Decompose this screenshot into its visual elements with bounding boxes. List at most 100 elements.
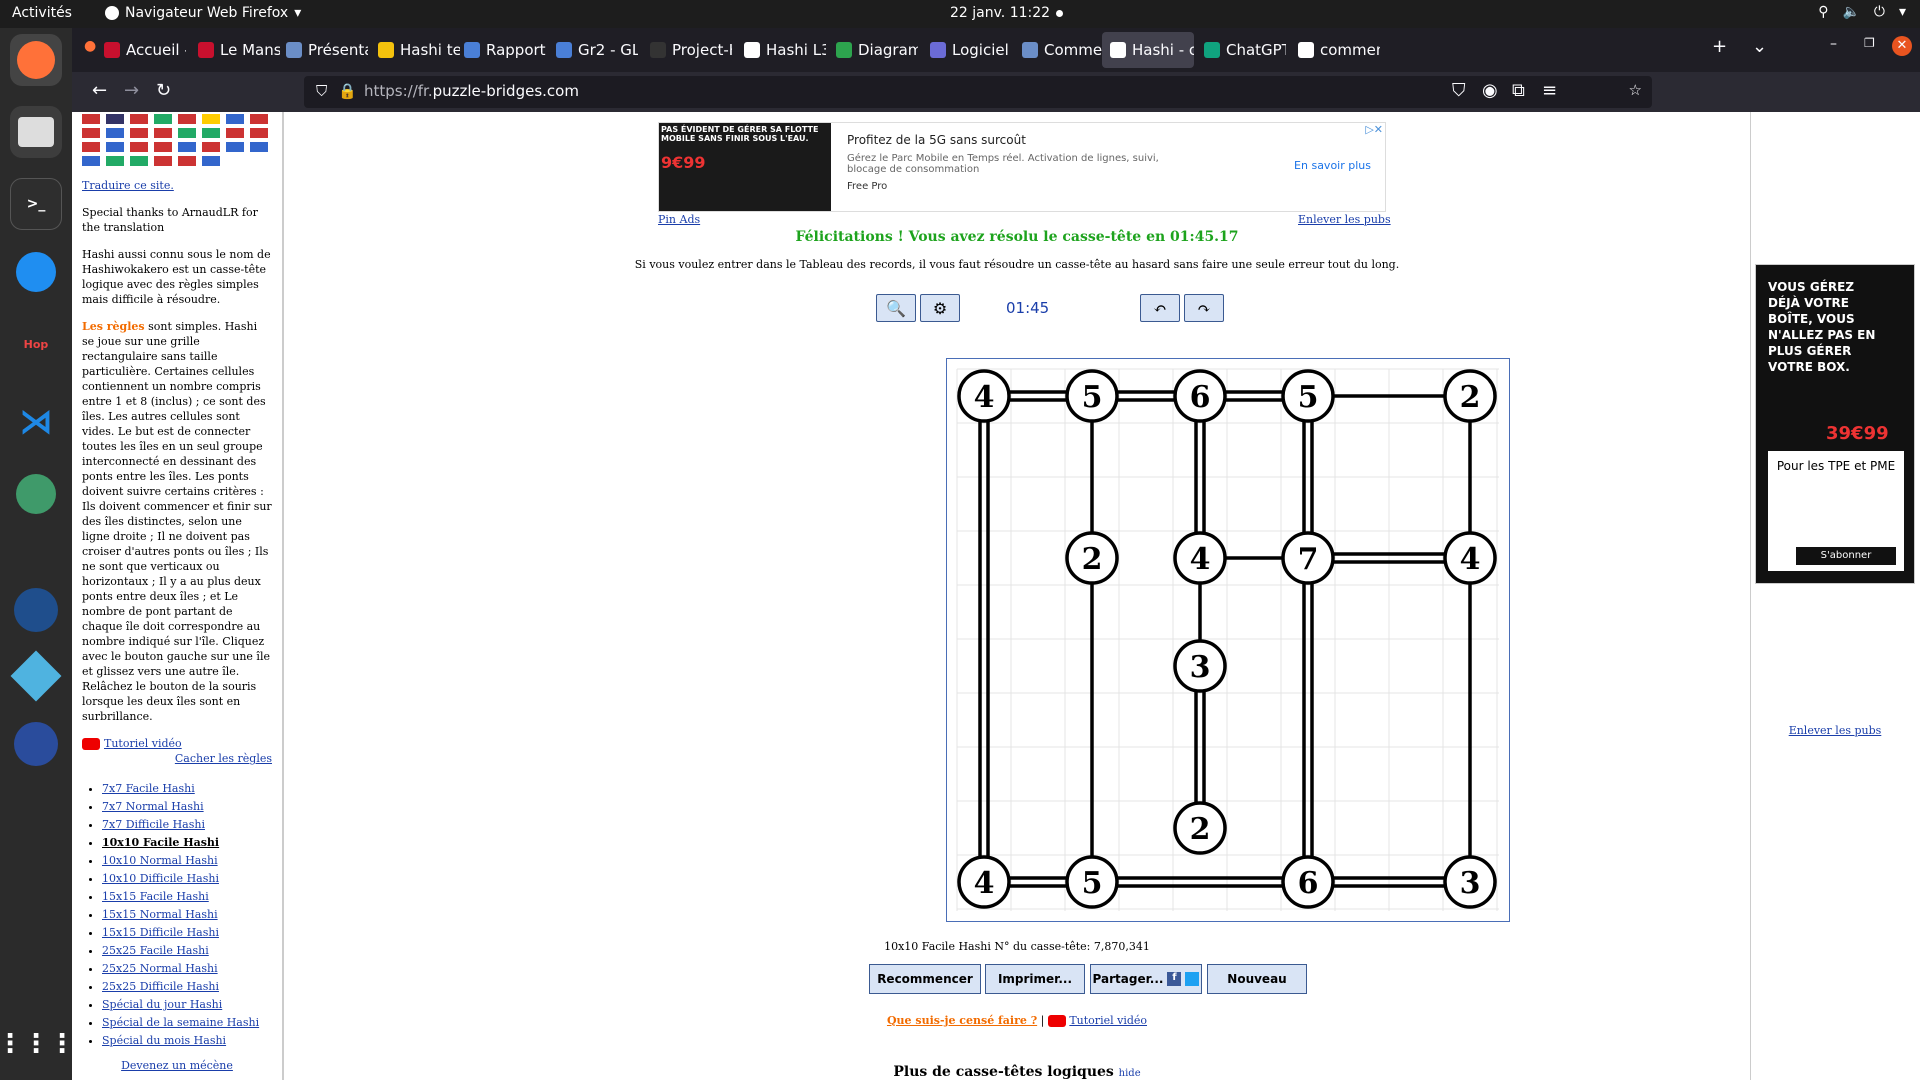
tab-7[interactable]: Hashi L3 - xyxy=(736,32,826,68)
puzzle-link-item[interactable]: Spécial de la semaine Hashi xyxy=(102,1014,272,1032)
apps-grid-icon[interactable]: ⋮⋮⋮ xyxy=(0,1018,75,1070)
cube-dock-icon[interactable] xyxy=(10,650,62,702)
pin-ads-link[interactable]: Pin Ads xyxy=(658,213,700,226)
puzzle-link-item[interactable]: 15x15 Normal Hashi xyxy=(102,906,272,924)
puzzle-link[interactable]: 25x25 Difficile Hashi xyxy=(102,980,219,993)
puzzle-link-item[interactable]: 10x10 Normal Hashi xyxy=(102,852,272,870)
tab-12[interactable]: ChatGPT xyxy=(1196,32,1286,68)
puzzle-link-item[interactable]: Spécial du mois Hashi xyxy=(102,1032,272,1050)
ad-cta[interactable]: En savoir plus xyxy=(1294,159,1371,172)
forward-icon[interactable]: → xyxy=(124,80,139,101)
tab-10[interactable]: Comment xyxy=(1014,32,1104,68)
new-tab-button[interactable]: + xyxy=(1712,36,1727,57)
files-dock-icon[interactable] xyxy=(10,106,62,158)
tab-13[interactable]: comment xyxy=(1290,32,1380,68)
right-remove-ads-link[interactable]: Enlever les pubs xyxy=(1755,724,1915,737)
puzzle-link-item[interactable]: 15x15 Difficile Hashi xyxy=(102,924,272,942)
puzzle-link-item[interactable]: 15x15 Facile Hashi xyxy=(102,888,272,906)
atom-dock-icon[interactable] xyxy=(10,468,62,520)
puzzle-link[interactable]: 10x10 Difficile Hashi xyxy=(102,872,219,885)
puzzle-board-svg[interactable]: 4 5 6 5 2 2 4 7 4 3 2 4 5 6 3 xyxy=(947,359,1509,921)
puzzle-link-item[interactable]: Spécial du jour Hashi xyxy=(102,996,272,1014)
vscode-dock-icon[interactable]: ⋊ xyxy=(10,396,62,448)
pocket-icon[interactable]: ⛉ xyxy=(1452,80,1466,101)
new-puzzle-button[interactable]: Nouveau xyxy=(1207,964,1307,994)
subscribe-button[interactable]: S'abonner xyxy=(1796,547,1896,565)
puzzle-link[interactable]: 15x15 Normal Hashi xyxy=(102,908,218,921)
restart-button[interactable]: Recommencer xyxy=(869,964,981,994)
side-ad[interactable]: VOUS GÉREZ DÉJÀ VOTRE BOÎTE, VOUS N'ALLE… xyxy=(1755,264,1915,584)
what-to-do-link[interactable]: Que suis-je censé faire ? xyxy=(887,1014,1037,1027)
hop-dock-icon[interactable]: Hop xyxy=(10,318,62,370)
facebook-icon[interactable]: f xyxy=(1167,972,1182,986)
anki-dock-icon[interactable] xyxy=(10,718,62,770)
redo-button[interactable]: ↷ xyxy=(1184,294,1224,322)
tab-2[interactable]: Présentat xyxy=(278,32,368,68)
bookmark-star-icon[interactable]: ☆ xyxy=(1629,81,1642,99)
activities-button[interactable]: Activités xyxy=(12,5,72,21)
tab-9[interactable]: Logiciel de xyxy=(922,32,1012,68)
remove-ads-link[interactable]: Enlever les pubs xyxy=(1298,213,1391,226)
video-tutorial-link[interactable]: Tutoriel vidéo xyxy=(104,736,182,751)
ad-close-icon[interactable]: ▷✕ xyxy=(1365,123,1383,136)
tab-8[interactable]: Diagramm xyxy=(828,32,918,68)
settings-button[interactable]: ⚙ xyxy=(920,294,960,322)
twitter-icon[interactable] xyxy=(1185,972,1200,986)
ad-banner[interactable]: PAS ÉVIDENT DE GÉRER SA FLOTTE MOBILE SA… xyxy=(658,122,1386,212)
puzzle-link[interactable]: 15x15 Difficile Hashi xyxy=(102,926,219,939)
firefox-dock-icon[interactable] xyxy=(10,34,62,86)
clion-dock-icon[interactable] xyxy=(10,246,62,298)
puzzle-link[interactable]: 10x10 Facile Hashi xyxy=(102,836,219,849)
puzzle-link[interactable]: 25x25 Normal Hashi xyxy=(102,962,218,975)
terminal-dock-icon[interactable]: >_ xyxy=(10,178,62,230)
puzzle-link-item[interactable]: 7x7 Normal Hashi xyxy=(102,798,272,816)
back-icon[interactable]: ← xyxy=(92,80,107,101)
puzzle-link[interactable]: 15x15 Facile Hashi xyxy=(102,890,209,903)
zoom-button[interactable]: 🔍 xyxy=(876,294,916,322)
bird-dock-icon[interactable] xyxy=(10,584,62,636)
puzzle-board[interactable]: 4 5 6 5 2 2 4 7 4 3 2 4 5 6 3 xyxy=(946,358,1510,922)
puzzle-link[interactable]: 7x7 Normal Hashi xyxy=(102,800,204,813)
tab-3[interactable]: Hashi tech xyxy=(370,32,460,68)
close-window-button[interactable]: ✕ xyxy=(1892,36,1912,56)
hide-rules-link[interactable]: Cacher les règles xyxy=(175,752,272,765)
puzzle-link[interactable]: Spécial de la semaine Hashi xyxy=(102,1016,259,1029)
puzzle-link[interactable]: 7x7 Difficile Hashi xyxy=(102,818,205,831)
account-icon[interactable]: ◉ xyxy=(1482,80,1498,101)
url-bar[interactable]: ⛉ 🔒 https://fr.puzzle-bridges.com ☆ xyxy=(304,76,1652,108)
puzzle-link-item[interactable]: 10x10 Facile Hashi xyxy=(102,834,272,852)
tab-0[interactable]: Accueil - E xyxy=(96,32,186,68)
puzzle-link-item[interactable]: 7x7 Difficile Hashi xyxy=(102,816,272,834)
puzzle-link-item[interactable]: 25x25 Facile Hashi xyxy=(102,942,272,960)
extensions-icon[interactable]: ⧉ xyxy=(1512,80,1525,101)
tab-5[interactable]: Gr2 - GL2 xyxy=(548,32,638,68)
maximize-button[interactable]: ❐ xyxy=(1864,36,1875,50)
tab-6[interactable]: Project-Ha xyxy=(642,32,732,68)
reload-icon[interactable]: ↻ xyxy=(156,80,171,101)
puzzle-link-item[interactable]: 10x10 Difficile Hashi xyxy=(102,870,272,888)
puzzle-link[interactable]: 25x25 Facile Hashi xyxy=(102,944,209,957)
firefox-view-icon[interactable]: ● xyxy=(84,38,96,54)
puzzle-link-item[interactable]: 25x25 Difficile Hashi xyxy=(102,978,272,996)
puzzle-link-item[interactable]: 7x7 Facile Hashi xyxy=(102,780,272,798)
puzzle-link[interactable]: Spécial du mois Hashi xyxy=(102,1034,226,1047)
hide-link[interactable]: hide xyxy=(1119,1068,1141,1079)
puzzle-link[interactable]: Spécial du jour Hashi xyxy=(102,998,222,1011)
puzzle-link[interactable]: 7x7 Facile Hashi xyxy=(102,782,195,795)
tab-list-button[interactable]: ⌄ xyxy=(1752,36,1767,57)
tab-1[interactable]: Le Mans U xyxy=(190,32,280,68)
translate-link[interactable]: Traduire ce site. xyxy=(82,179,174,192)
clock[interactable]: 22 janv. 11:22 xyxy=(950,5,1050,21)
print-button[interactable]: Imprimer... xyxy=(985,964,1085,994)
undo-button[interactable]: ↶ xyxy=(1140,294,1180,322)
flag-grid[interactable] xyxy=(82,114,268,166)
tab-4[interactable]: Rapport d xyxy=(456,32,546,68)
video-tutorial-link-2[interactable]: Tutoriel vidéo xyxy=(1069,1014,1147,1027)
system-tray[interactable]: ⚲ 🔈 ⏻ ▾ xyxy=(1818,4,1906,20)
minimize-button[interactable]: – xyxy=(1830,36,1837,52)
puzzle-link[interactable]: 10x10 Normal Hashi xyxy=(102,854,218,867)
patron-link[interactable]: Devenez un mécène xyxy=(121,1059,233,1072)
app-menu[interactable]: Navigateur Web Firefox ▾ xyxy=(105,5,301,21)
puzzle-link-item[interactable]: 25x25 Normal Hashi xyxy=(102,960,272,978)
share-button[interactable]: Partager... f xyxy=(1090,964,1202,994)
